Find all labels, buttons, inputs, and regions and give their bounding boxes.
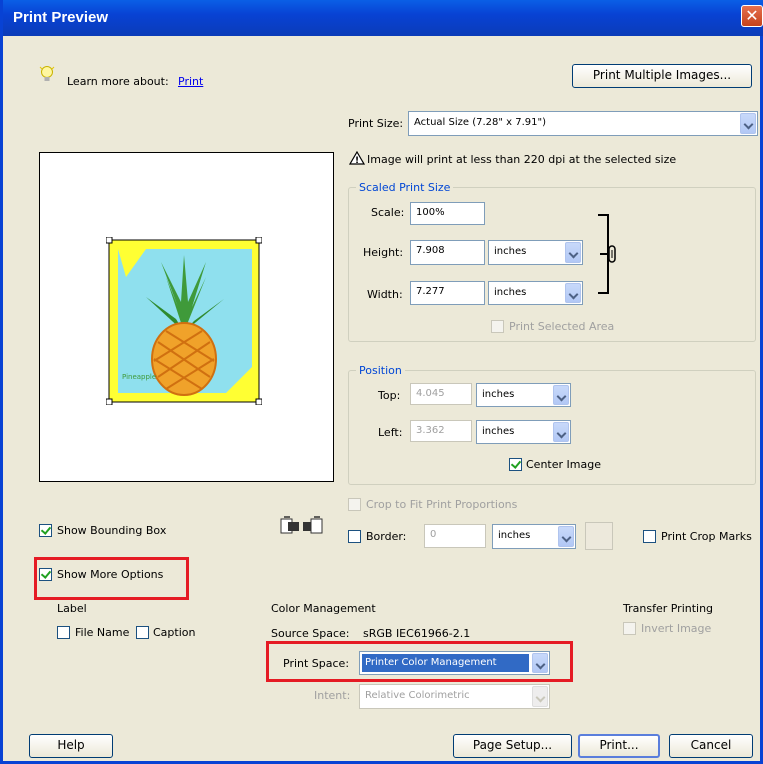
close-button[interactable]: ✕ bbox=[741, 5, 763, 27]
page-setup-button[interactable]: Page Setup... bbox=[453, 734, 572, 758]
intent-label: Intent: bbox=[314, 689, 351, 702]
border-width-input[interactable]: 0 bbox=[424, 524, 486, 548]
top-input[interactable]: 4.045 bbox=[410, 383, 472, 405]
svg-text:!: ! bbox=[355, 156, 359, 165]
border-label: Border: bbox=[366, 530, 407, 543]
image-caption: Pineapple bbox=[122, 373, 156, 381]
print-button[interactable]: Print... bbox=[578, 734, 660, 758]
print-selected-area-checkbox[interactable] bbox=[491, 320, 504, 333]
left-unit-select[interactable]: inches bbox=[476, 420, 571, 444]
warning-icon: ! bbox=[349, 151, 365, 165]
help-button[interactable]: Help bbox=[29, 734, 113, 758]
border-unit-select[interactable]: inches bbox=[492, 524, 576, 549]
center-image-checkbox[interactable] bbox=[509, 458, 522, 471]
print-multiple-images-button[interactable]: Print Multiple Images... bbox=[572, 64, 752, 88]
print-preview-dialog: Print Preview ✕ Learn more about: Print … bbox=[0, 0, 763, 764]
top-label: Top: bbox=[378, 389, 401, 402]
rotate-icons bbox=[280, 516, 323, 534]
print-size-value: Actual Size (7.28" x 7.91") bbox=[414, 117, 547, 128]
file-name-checkbox[interactable] bbox=[57, 626, 70, 639]
height-label: Height: bbox=[363, 246, 404, 259]
caption-checkbox[interactable] bbox=[136, 626, 149, 639]
top-unit-select[interactable]: inches bbox=[476, 383, 571, 407]
scale-input[interactable]: 100% bbox=[410, 202, 485, 225]
window-title: Print Preview bbox=[13, 9, 109, 26]
scale-label: Scale: bbox=[371, 206, 405, 219]
border-unit-value: inches bbox=[498, 530, 531, 541]
left-input[interactable]: 3.362 bbox=[410, 420, 472, 442]
source-space-label: Source Space: bbox=[271, 627, 350, 640]
dpi-warning-text: Image will print at less than 220 dpi at… bbox=[367, 153, 677, 166]
width-unit-select[interactable]: inches bbox=[488, 281, 583, 305]
transfer-printing-heading: Transfer Printing bbox=[623, 602, 714, 615]
chevron-down-icon bbox=[532, 686, 548, 707]
source-space-value: sRGB IEC61966-2.1 bbox=[363, 627, 471, 640]
top-unit-value: inches bbox=[482, 389, 515, 400]
scaled-print-size-legend: Scaled Print Size bbox=[356, 181, 454, 194]
preview-image[interactable]: Pineapple bbox=[106, 237, 262, 405]
print-size-select[interactable]: Actual Size (7.28" x 7.91") bbox=[408, 111, 758, 136]
height-input[interactable]: 7.908 bbox=[410, 240, 485, 265]
height-unit-value: inches bbox=[494, 246, 527, 257]
crop-to-fit-label: Crop to Fit Print Proportions bbox=[366, 498, 518, 511]
lightbulb-icon bbox=[39, 66, 55, 81]
width-unit-value: inches bbox=[494, 287, 527, 298]
border-checkbox[interactable] bbox=[348, 530, 361, 543]
highlight-box-show-more-options bbox=[34, 557, 189, 600]
cancel-button[interactable]: Cancel bbox=[669, 734, 753, 758]
show-bounding-box-label: Show Bounding Box bbox=[57, 524, 167, 537]
highlight-box-print-space bbox=[266, 641, 573, 682]
rotate-right-icon[interactable] bbox=[303, 516, 323, 534]
chevron-down-icon bbox=[565, 283, 581, 303]
chevron-down-icon bbox=[565, 242, 581, 263]
intent-value: Relative Colorimetric bbox=[365, 690, 470, 701]
label-heading: Label bbox=[57, 602, 87, 615]
title-bar[interactable]: Print Preview ✕ bbox=[3, 0, 763, 36]
invert-image-label: Invert Image bbox=[641, 622, 712, 635]
height-unit-select[interactable]: inches bbox=[488, 240, 583, 265]
width-input[interactable]: 7.277 bbox=[410, 281, 485, 305]
print-preview-canvas[interactable]: Pineapple bbox=[39, 152, 334, 482]
learn-more-label: Learn more about: bbox=[67, 75, 169, 88]
show-bounding-box-checkbox[interactable] bbox=[39, 524, 52, 537]
chevron-down-icon bbox=[553, 385, 569, 405]
print-size-label: Print Size: bbox=[348, 117, 404, 130]
crop-to-fit-checkbox[interactable] bbox=[348, 498, 361, 511]
position-legend: Position bbox=[356, 364, 405, 377]
constrain-proportions-link-icon[interactable] bbox=[588, 214, 618, 294]
print-crop-marks-label: Print Crop Marks bbox=[661, 530, 752, 543]
chevron-down-icon bbox=[740, 113, 756, 134]
width-label: Width: bbox=[367, 288, 403, 301]
left-unit-value: inches bbox=[482, 426, 515, 437]
left-label: Left: bbox=[378, 426, 403, 439]
center-image-label: Center Image bbox=[526, 458, 601, 471]
learn-more-print-link[interactable]: Print bbox=[178, 75, 203, 88]
file-name-label: File Name bbox=[75, 626, 130, 639]
chevron-down-icon bbox=[553, 422, 569, 442]
print-crop-marks-checkbox[interactable] bbox=[643, 530, 656, 543]
border-color-swatch[interactable] bbox=[585, 522, 613, 550]
color-management-heading: Color Management bbox=[271, 602, 376, 615]
intent-select[interactable]: Relative Colorimetric bbox=[359, 684, 550, 709]
invert-image-checkbox[interactable] bbox=[623, 622, 636, 635]
print-selected-area-label: Print Selected Area bbox=[509, 320, 615, 333]
chevron-down-icon bbox=[558, 526, 574, 547]
caption-label: Caption bbox=[153, 626, 196, 639]
close-icon: ✕ bbox=[745, 6, 759, 25]
rotate-left-icon[interactable] bbox=[280, 516, 299, 534]
